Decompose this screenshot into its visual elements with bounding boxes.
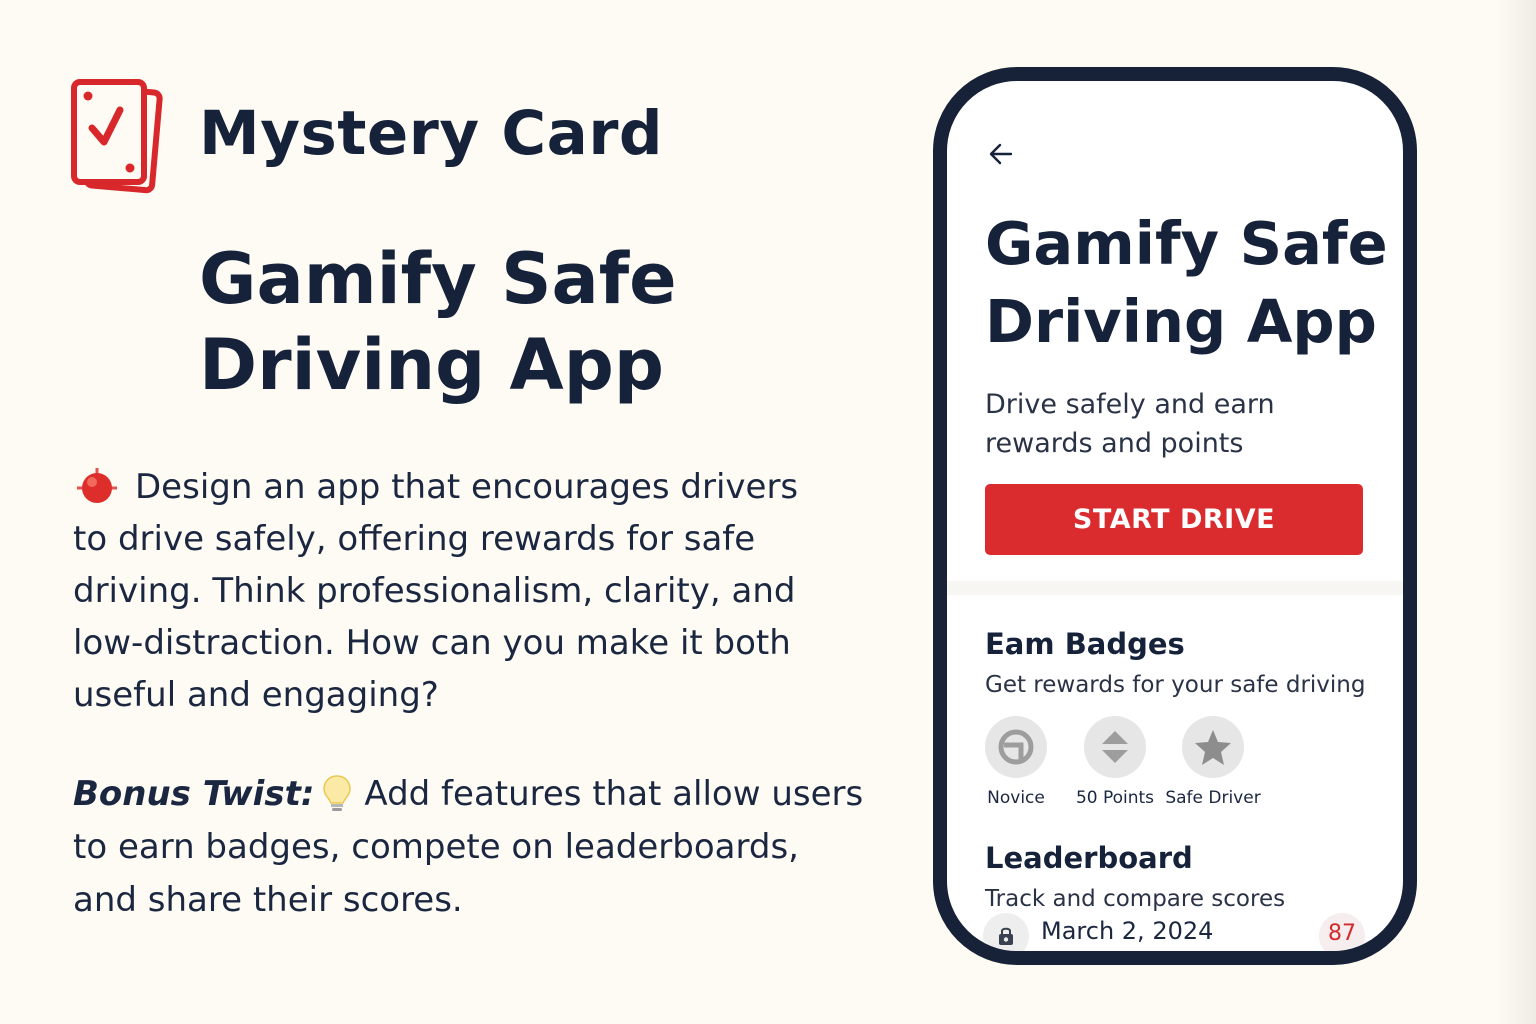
start-drive-button[interactable]: START DRIVE (985, 484, 1363, 555)
section-divider (947, 581, 1403, 595)
badge-novice[interactable]: Novice (966, 716, 1066, 808)
bonus-paragraph: Bonus Twist: Add features that allow use… (73, 768, 873, 927)
leaderboard-score: 87 (1319, 913, 1365, 951)
leaderboard-heading: Leaderboard (985, 841, 1193, 875)
phone-screen: Gamify Safe Driving App Drive safely and… (947, 81, 1403, 951)
back-arrow-icon[interactable] (985, 138, 1017, 170)
lightbulb-icon (320, 773, 354, 813)
card-title: Gamify Safe Driving App (199, 238, 677, 406)
leaderboard-description: Track and compare scores (985, 886, 1286, 912)
badge-label: Safe Driver (1165, 788, 1261, 808)
card-check-icon (68, 76, 164, 194)
chevrons-icon (1084, 716, 1146, 778)
app-title: Gamify Safe Driving App (985, 209, 1388, 356)
steering-wheel-icon (985, 716, 1047, 778)
app-subtitle: Drive safely and earn rewards and points (985, 389, 1275, 459)
prompt-text: Design an app that encourages drivers to… (73, 467, 799, 715)
badge-label: 50 Points (1075, 788, 1155, 808)
badge-safe-driver[interactable]: Safe Driver (1163, 716, 1263, 808)
brand-title: Mystery Card (199, 98, 664, 169)
prompt-paragraph: Design an app that encourages drivers to… (73, 461, 833, 721)
badges-description: Get rewards for your safe driving (985, 672, 1366, 698)
bonus-label: Bonus Twist: (73, 774, 315, 814)
badge-50-points[interactable]: 50 Points (1065, 716, 1165, 808)
leaderboard-row[interactable]: March 2, 2024 87 (983, 913, 1367, 951)
leaderboard-date: March 2, 2024 (1041, 917, 1214, 945)
lock-icon (983, 913, 1029, 951)
badge-label: Novice (987, 788, 1045, 808)
phone-mockup: Gamify Safe Driving App Drive safely and… (933, 67, 1417, 965)
badges-heading: Eam Badges (985, 627, 1185, 661)
star-icon (1182, 716, 1244, 778)
page-edge-shadow (1496, 0, 1536, 1024)
target-icon (73, 466, 121, 506)
